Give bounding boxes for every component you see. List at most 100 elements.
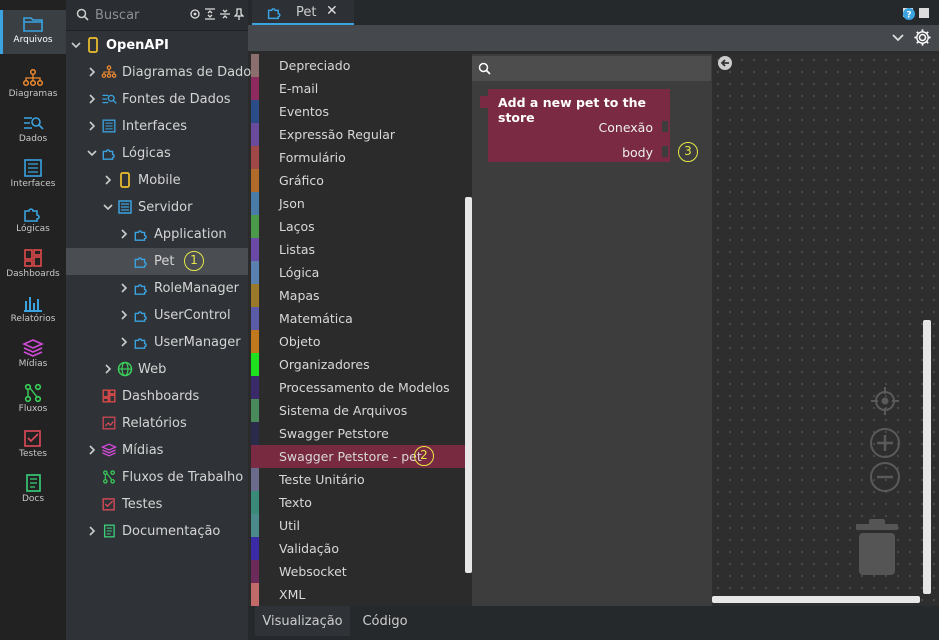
tab-visualizacao[interactable]: Visualização	[255, 606, 350, 636]
tree-item-pet[interactable]: Pet	[66, 248, 248, 275]
maximize-icon[interactable]	[919, 8, 929, 18]
category-websocket[interactable]: Websocket	[251, 560, 465, 583]
category-texto[interactable]: Texto	[251, 491, 465, 514]
chevron-right-icon[interactable]	[87, 67, 97, 77]
tab-pet[interactable]: Pet ✕	[252, 0, 354, 25]
trash-icon[interactable]	[855, 517, 899, 577]
category-color-swatch	[251, 445, 259, 468]
chevron-down-icon[interactable]	[71, 40, 81, 50]
category-processamento-de-modelos[interactable]: Processamento de Modelos	[251, 376, 465, 399]
recenter-icon[interactable]	[869, 385, 901, 417]
expand-all-icon[interactable]	[204, 8, 216, 20]
activity-dashboards[interactable]: Dashboards	[0, 244, 66, 288]
chevron-right-icon[interactable]	[119, 283, 129, 293]
chevron-right-icon[interactable]	[87, 445, 97, 455]
interface-icon	[24, 159, 42, 177]
category-formulario[interactable]: Formulário	[251, 146, 465, 169]
collapse-all-icon[interactable]	[219, 8, 231, 20]
report-icon	[101, 415, 117, 431]
activity-midias[interactable]: Mídias	[0, 334, 66, 378]
category-color-swatch	[251, 330, 259, 353]
tree-item-application[interactable]: Application	[66, 221, 248, 248]
category-lacos[interactable]: Laços	[251, 215, 465, 238]
category-label: Depreciado	[279, 58, 351, 73]
tree-item-rolemanager[interactable]: RoleManager	[66, 275, 248, 302]
category-depreciado[interactable]: Depreciado	[251, 54, 465, 77]
tree-item-fontes-de-dados[interactable]: Fontes de Dados	[66, 86, 248, 113]
pin-icon[interactable]	[234, 8, 244, 20]
tree-item-openapi[interactable]: OpenAPI	[66, 32, 248, 59]
tree-item-mobile[interactable]: Mobile	[66, 167, 248, 194]
activity-testes[interactable]: Testes	[0, 424, 66, 468]
activity-interfaces[interactable]: Interfaces	[0, 154, 66, 198]
tab-codigo[interactable]: Código	[350, 606, 420, 636]
tree-item-interfaces[interactable]: Interfaces	[66, 113, 248, 140]
category-eventos[interactable]: Eventos	[251, 100, 465, 123]
category-e-mail[interactable]: E-mail	[251, 77, 465, 100]
palette-scrollbar[interactable]	[465, 197, 472, 573]
folder-icon	[23, 17, 43, 32]
workspace-vertical-scrollbar[interactable]	[923, 320, 931, 594]
category-teste-unitario[interactable]: Teste Unitário	[251, 468, 465, 491]
chevron-down-icon[interactable]	[87, 148, 97, 158]
zoom-in-icon[interactable]	[869, 427, 901, 459]
chevron-right-icon[interactable]	[87, 526, 97, 536]
activity-relatorios[interactable]: Relatórios	[0, 289, 66, 333]
tree-item-servidor[interactable]: Servidor	[66, 194, 248, 221]
api-block-add-pet[interactable]: Add a new pet to the store Conexão body	[480, 89, 670, 162]
tree-item-m-dias[interactable]: Mídias	[66, 437, 248, 464]
category-matematica[interactable]: Matemática	[251, 307, 465, 330]
explorer-search[interactable]: Buscar	[66, 0, 248, 31]
tree-item-documenta-o[interactable]: Documentação	[66, 518, 248, 545]
chevron-right-icon[interactable]	[103, 364, 113, 374]
back-arrow-icon[interactable]	[717, 55, 733, 71]
chevron-right-icon[interactable]	[119, 310, 129, 320]
category-mapas[interactable]: Mapas	[251, 284, 465, 307]
locate-icon[interactable]	[189, 8, 201, 20]
category-logica[interactable]: Lógica	[251, 261, 465, 284]
tree-item-l-gicas[interactable]: Lógicas	[66, 140, 248, 167]
category-util[interactable]: Util	[251, 514, 465, 537]
activity-arquivos[interactable]: Arquivos	[0, 10, 66, 54]
chevron-down-icon[interactable]	[892, 33, 904, 43]
blockly-workspace[interactable]	[712, 54, 939, 606]
activity-docs[interactable]: Docs	[0, 469, 66, 513]
category-swagger-petstore[interactable]: Swagger Petstore	[251, 422, 465, 445]
category-organizadores[interactable]: Organizadores	[251, 353, 465, 376]
chevron-right-icon[interactable]	[103, 175, 113, 185]
block-input-socket[interactable]	[662, 121, 668, 132]
tree-item-fluxos-de-trabalho[interactable]: Fluxos de Trabalho	[66, 464, 248, 491]
tree-item-usercontrol[interactable]: UserControl	[66, 302, 248, 329]
category-validacao[interactable]: Validação	[251, 537, 465, 560]
category-expressao-regular[interactable]: Expressão Regular	[251, 123, 465, 146]
activity-dados[interactable]: Dados	[0, 109, 66, 153]
category-listas[interactable]: Listas	[251, 238, 465, 261]
activity-diagramas[interactable]: Diagramas	[0, 64, 66, 108]
tree-item-diagramas-de-dados[interactable]: Diagramas de Dados	[66, 59, 258, 86]
category-sistema-de-arquivos[interactable]: Sistema de Arquivos	[251, 399, 465, 422]
tree-item-testes[interactable]: Testes	[66, 491, 248, 518]
zoom-out-icon[interactable]	[869, 461, 901, 493]
flyout-search-input[interactable]	[472, 56, 711, 81]
chevron-right-icon[interactable]	[119, 337, 129, 347]
activity-fluxos[interactable]: Fluxos	[0, 379, 66, 423]
tree-item-usermanager[interactable]: UserManager	[66, 329, 248, 356]
activity-logicas[interactable]: Lógicas	[0, 199, 66, 243]
chevron-right-icon[interactable]	[87, 121, 97, 131]
chevron-right-icon[interactable]	[87, 94, 97, 104]
help-icon[interactable]: ?	[903, 8, 915, 20]
gear-icon[interactable]	[913, 28, 932, 47]
chevron-right-icon[interactable]	[119, 229, 129, 239]
tab-close-button[interactable]: ✕	[326, 3, 338, 19]
tree-item-web[interactable]: Web	[66, 356, 248, 383]
category-grafico[interactable]: Gráfico	[251, 169, 465, 192]
category-xml[interactable]: XML	[251, 583, 465, 606]
chevron-down-icon[interactable]	[103, 202, 113, 212]
workspace-horizontal-scrollbar[interactable]	[712, 596, 920, 603]
tree-item-relat-rios[interactable]: Relatórios	[66, 410, 248, 437]
category-objeto[interactable]: Objeto	[251, 330, 465, 353]
category-json[interactable]: Json	[251, 192, 465, 215]
tree-item-dashboards[interactable]: Dashboards	[66, 383, 248, 410]
editor-tab-bar: Pet ✕	[248, 0, 939, 25]
block-input-socket[interactable]	[662, 146, 668, 157]
